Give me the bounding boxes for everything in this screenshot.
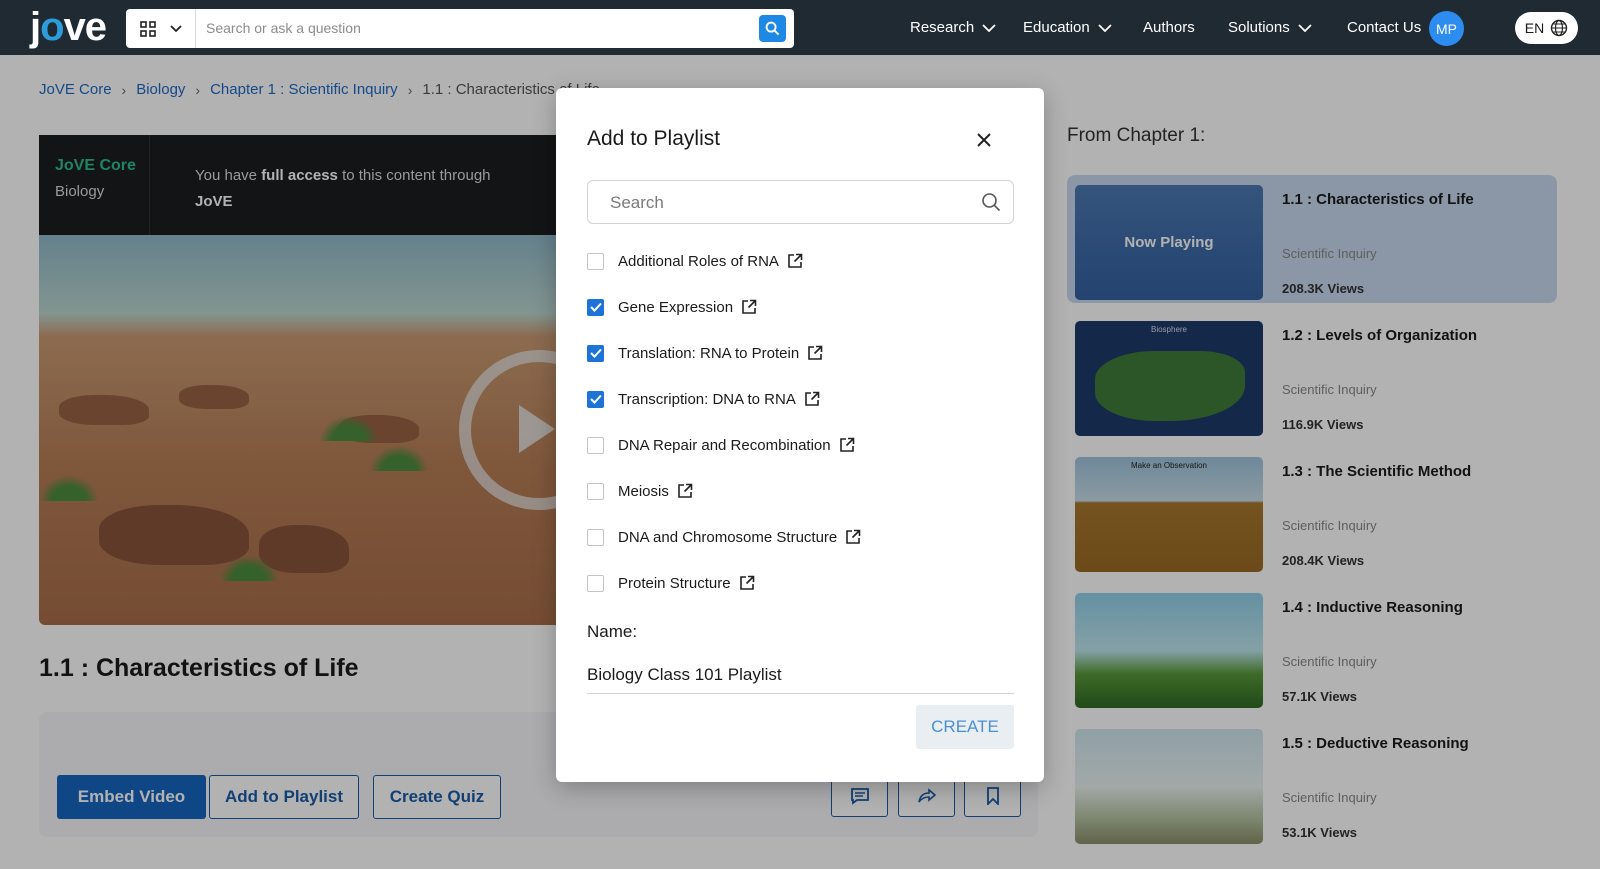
jove-logo[interactable]: jove (30, 6, 120, 48)
playlist-checkbox[interactable] (587, 436, 604, 454)
playlist-label: Additional Roles of RNA (618, 252, 779, 270)
language-label: EN (1524, 20, 1545, 36)
chevron-down-icon (982, 23, 996, 32)
globe-icon (1551, 19, 1568, 37)
playlist-search-input[interactable] (610, 192, 970, 214)
chevron-down-icon (169, 24, 182, 32)
checkmark-icon (589, 302, 602, 312)
playlist-item[interactable]: Protein Structure (587, 572, 755, 594)
close-icon (977, 133, 991, 147)
search-input[interactable]: Search or ask a question (206, 20, 361, 36)
external-link-icon[interactable] (741, 299, 757, 315)
nav-contact-us[interactable]: Contact Us (1347, 19, 1421, 36)
checkmark-icon (589, 348, 602, 358)
create-button[interactable]: CREATE (916, 705, 1014, 749)
language-selector[interactable]: EN (1515, 12, 1578, 44)
search-icon[interactable] (981, 192, 1001, 212)
nav-research-label: Research (910, 19, 975, 36)
playlist-checkbox[interactable] (587, 528, 604, 546)
playlist-item[interactable]: Transcription: DNA to RNA (587, 388, 820, 410)
nav-contact-label: Contact Us (1347, 19, 1422, 36)
nav-research[interactable]: Research (910, 19, 996, 36)
playlist-label: Transcription: DNA to RNA (618, 390, 796, 408)
top-nav: jove Search or ask a question Research E… (0, 0, 1600, 55)
search-icon (765, 21, 780, 36)
playlist-item[interactable]: Meiosis (587, 480, 693, 502)
external-link-icon[interactable] (845, 529, 861, 545)
nav-education[interactable]: Education (1023, 19, 1112, 36)
playlist-item[interactable]: DNA and Chromosome Structure (587, 526, 861, 548)
grid-icon (139, 20, 156, 37)
external-link-icon[interactable] (677, 483, 693, 499)
playlist-item[interactable]: Gene Expression (587, 296, 757, 318)
playlist-name-input[interactable] (587, 656, 1014, 694)
user-avatar[interactable]: MP (1429, 11, 1464, 46)
playlist-checkbox[interactable] (587, 298, 604, 316)
apps-menu-button[interactable] (126, 9, 196, 48)
playlist-checkbox[interactable] (587, 252, 604, 270)
playlist-label: DNA and Chromosome Structure (618, 528, 838, 546)
playlist-checkbox[interactable] (587, 390, 604, 408)
close-button[interactable] (972, 128, 996, 152)
nav-authors[interactable]: Authors (1143, 19, 1195, 36)
global-search: Search or ask a question (126, 9, 794, 48)
external-link-icon[interactable] (739, 575, 755, 591)
playlist-label: DNA Repair and Recombination (618, 436, 831, 454)
playlist-label: Translation: RNA to Protein (618, 344, 800, 362)
playlist-item[interactable]: DNA Repair and Recombination (587, 434, 855, 456)
chevron-down-icon (1298, 23, 1312, 32)
playlist-name-label: Name: (587, 622, 638, 641)
nav-authors-label: Authors (1143, 19, 1195, 36)
playlist-label: Protein Structure (618, 574, 731, 592)
playlist-checkbox[interactable] (587, 482, 604, 500)
playlist-item[interactable]: Translation: RNA to Protein (587, 342, 823, 364)
external-link-icon[interactable] (787, 253, 803, 269)
playlist-label: Meiosis (618, 482, 669, 500)
playlist-item[interactable]: Additional Roles of RNA (587, 250, 803, 272)
external-link-icon[interactable] (807, 345, 823, 361)
playlist-checkbox[interactable] (587, 344, 604, 362)
external-link-icon[interactable] (839, 437, 855, 453)
playlist-checkbox[interactable] (587, 574, 604, 592)
nav-education-label: Education (1023, 19, 1090, 36)
nav-solutions[interactable]: Solutions (1228, 19, 1312, 36)
chevron-down-icon (1098, 23, 1112, 32)
playlist-search (587, 180, 1014, 224)
search-button[interactable] (759, 15, 786, 42)
nav-solutions-label: Solutions (1228, 19, 1290, 36)
add-to-playlist-dialog: Add to Playlist Additional Roles of RNA … (556, 88, 1044, 782)
playlist-label: Gene Expression (618, 298, 734, 316)
dialog-title: Add to Playlist (587, 127, 721, 150)
checkmark-icon (589, 394, 602, 404)
external-link-icon[interactable] (804, 391, 820, 407)
